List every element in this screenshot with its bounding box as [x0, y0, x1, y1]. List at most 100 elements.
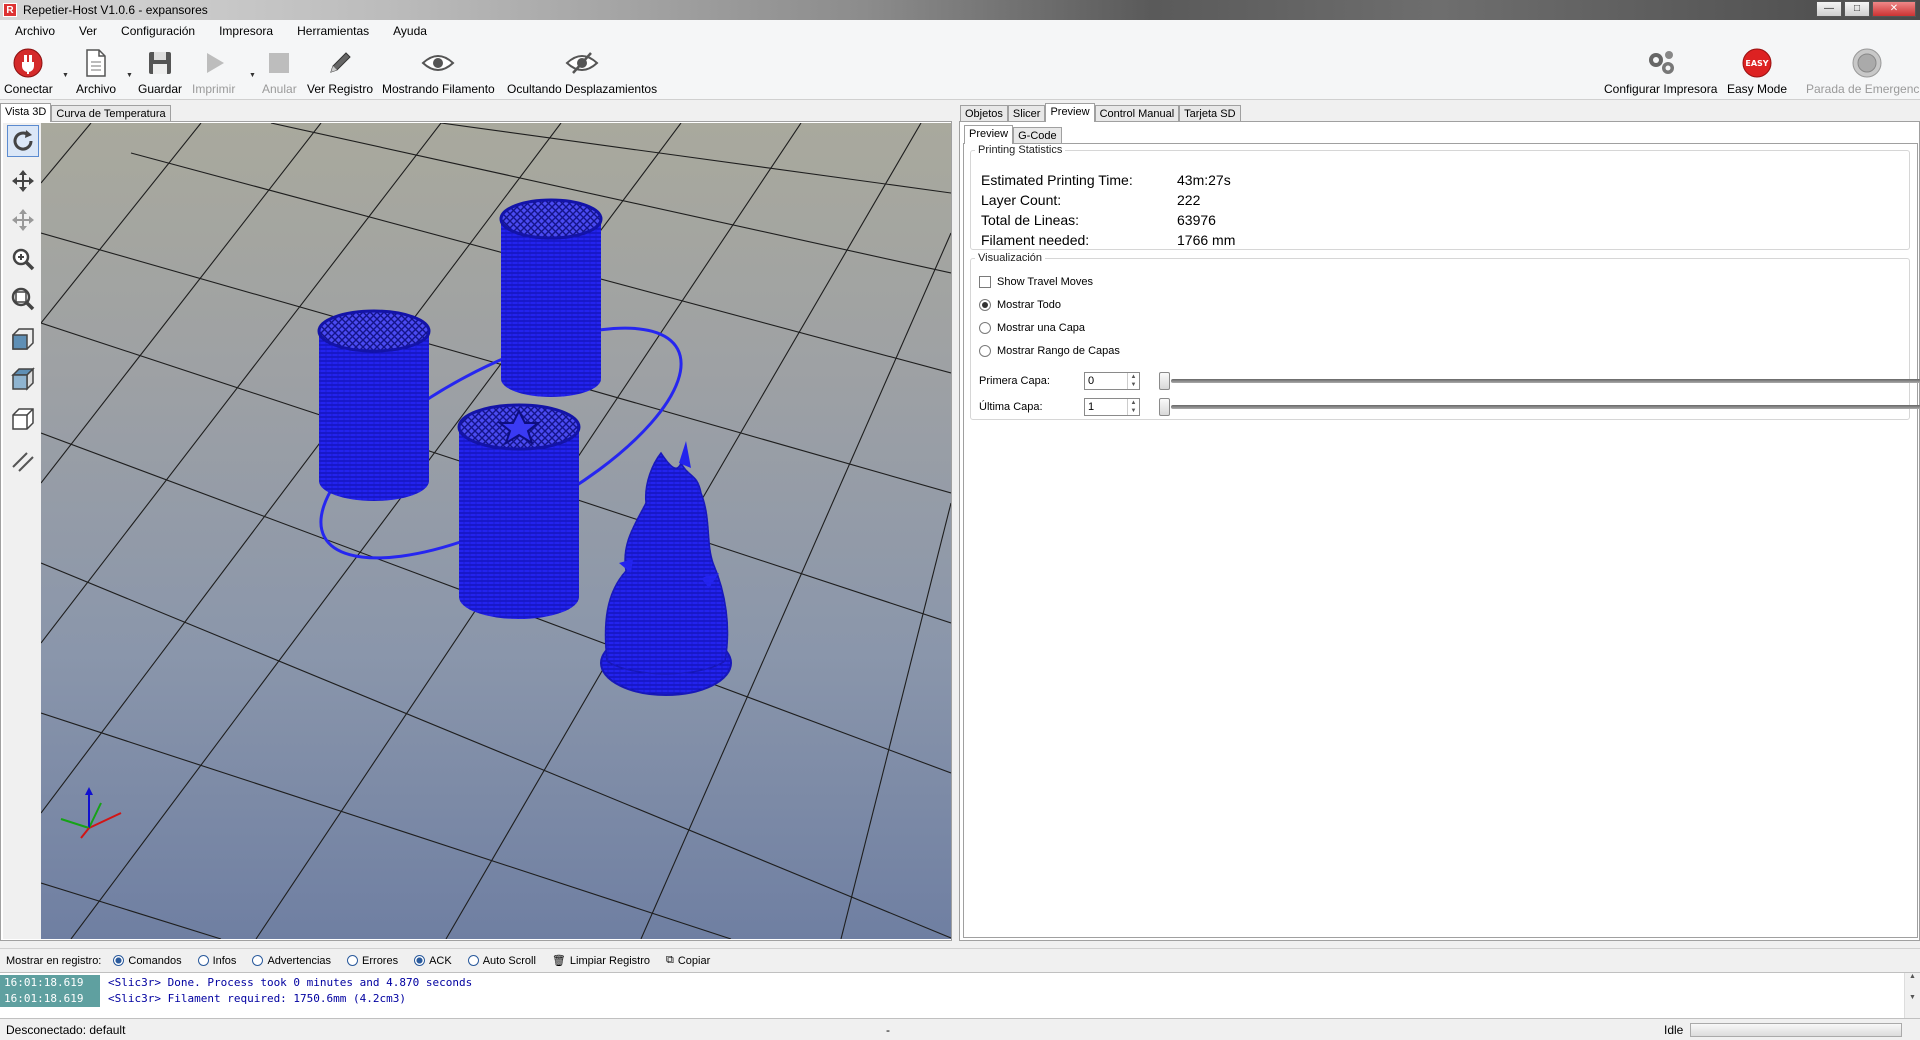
log-show-label: Mostrar en registro:: [6, 954, 102, 967]
log-errors-toggle[interactable]: Errores: [347, 955, 398, 967]
radio-icon: [979, 345, 991, 357]
log-ack-toggle[interactable]: ACK: [414, 955, 452, 967]
gears-icon: [1644, 48, 1678, 78]
toggle-off-icon: [197, 955, 209, 966]
show-travel-checkbox[interactable]: Show Travel Moves: [979, 276, 1093, 288]
tab-slicer[interactable]: Slicer: [1007, 105, 1046, 122]
easy-badge-text: EASY: [1745, 59, 1768, 68]
menu-configuracion[interactable]: Configuración: [106, 24, 204, 38]
menu-ver[interactable]: Ver: [64, 24, 106, 38]
3d-viewport[interactable]: [41, 123, 951, 939]
stat-value-time: 43m:27s: [1177, 172, 1231, 188]
tab-3d-view[interactable]: Vista 3D: [0, 103, 52, 122]
visualization-group: Visualización Show Travel Moves Mostrar …: [970, 252, 1920, 420]
clear-log-button[interactable]: 🗑 Limpiar Registro: [552, 954, 650, 968]
first-layer-slider-thumb[interactable]: [1159, 372, 1170, 390]
3d-view-panel: [0, 121, 952, 941]
tab-sd-card[interactable]: Tarjeta SD: [1179, 105, 1241, 122]
subtab-gcode[interactable]: G-Code: [1013, 127, 1062, 144]
top-view-icon[interactable]: [7, 363, 39, 395]
tab-objects[interactable]: Objetos: [960, 105, 1008, 122]
menu-herramientas[interactable]: Herramientas: [282, 24, 378, 38]
tab-temperature-curve[interactable]: Curva de Temperatura: [51, 105, 171, 122]
easy-mode-button[interactable]: EASY Easy Mode: [1727, 48, 1787, 96]
fit-view-icon[interactable]: [7, 283, 39, 315]
print-dropdown-icon[interactable]: ▼: [249, 72, 256, 79]
cancel-button[interactable]: Anular: [262, 48, 297, 96]
log-output[interactable]: 16:01:18.619 <Slic3r> Done. Process took …: [0, 972, 1920, 1019]
checkbox-icon: [979, 276, 991, 288]
show-all-radio[interactable]: Mostrar Todo: [979, 299, 1061, 311]
connect-button[interactable]: Conectar: [4, 48, 53, 96]
organic-figure: [600, 441, 732, 696]
side-view-icon[interactable]: [7, 403, 39, 435]
log-line: 16:01:18.619 <Slic3r> Done. Process took …: [0, 975, 1904, 991]
print-button[interactable]: Imprimir: [192, 48, 235, 96]
app-icon: R: [3, 3, 17, 17]
move-icon[interactable]: [7, 165, 39, 197]
parallel-projection-icon[interactable]: [7, 445, 39, 477]
visualization-legend: Visualización: [978, 252, 1043, 264]
move-object-icon[interactable]: [7, 204, 39, 236]
last-layer-slider-track[interactable]: [1171, 405, 1920, 409]
window-title: Repetier-Host V1.0.6 - expansores: [23, 3, 208, 17]
floppy-disk-icon: [143, 48, 177, 78]
connect-dropdown-icon[interactable]: ▼: [62, 72, 69, 79]
first-layer-label: Primera Capa:: [979, 375, 1050, 387]
show-one-layer-radio[interactable]: Mostrar una Capa: [979, 322, 1085, 334]
connection-status: Desconectado: default: [6, 1023, 126, 1037]
log-autoscroll-toggle[interactable]: Auto Scroll: [467, 955, 536, 967]
log-warnings-toggle[interactable]: Advertencias: [252, 955, 331, 967]
show-layer-range-radio[interactable]: Mostrar Rango de Capas: [979, 345, 1120, 357]
printing-statistics-group: Printing Statistics Estimated Printing T…: [970, 144, 1910, 250]
file-button[interactable]: Archivo: [76, 48, 116, 96]
left-tab-strip: Vista 3D Curva de Temperatura: [0, 103, 171, 122]
toggle-off-icon: [252, 955, 264, 966]
stat-label-lines: Total de Lineas:: [981, 212, 1080, 228]
minimize-button[interactable]: —: [1816, 1, 1842, 17]
zoom-icon[interactable]: [7, 243, 39, 275]
file-dropdown-icon[interactable]: ▼: [126, 72, 133, 79]
pencil-icon: [323, 48, 357, 78]
save-button[interactable]: Guardar: [138, 48, 182, 96]
stat-value-filament: 1766 mm: [1177, 232, 1236, 248]
spinner-arrows-icon[interactable]: ▲ ▼: [1127, 399, 1139, 415]
radio-selected-icon: [979, 299, 991, 311]
play-icon: [197, 48, 231, 78]
front-view-icon[interactable]: [7, 323, 39, 355]
close-button[interactable]: ✕: [1872, 1, 1916, 17]
spinner-arrows-icon[interactable]: ▲ ▼: [1127, 373, 1139, 389]
show-filament-button[interactable]: Mostrando Filamento: [382, 48, 495, 96]
first-layer-slider-track[interactable]: [1171, 379, 1920, 383]
preview-content: Printing Statistics Estimated Printing T…: [963, 143, 1920, 938]
menu-ayuda[interactable]: Ayuda: [378, 24, 436, 38]
menu-archivo[interactable]: Archivo: [0, 24, 64, 38]
last-layer-slider-thumb[interactable]: [1159, 398, 1170, 416]
tab-preview[interactable]: Preview: [1045, 103, 1095, 122]
view-log-button[interactable]: Ver Registro: [307, 48, 373, 96]
maximize-button[interactable]: □: [1844, 1, 1870, 17]
log-scrollbar[interactable]: ▲ ▼: [1904, 973, 1920, 1019]
first-layer-spinner[interactable]: 0 ▲ ▼: [1084, 372, 1140, 390]
right-tab-strip: Objetos Slicer Preview Control Manual Ta…: [960, 103, 1241, 122]
last-layer-spinner[interactable]: 1 ▲ ▼: [1084, 398, 1140, 416]
toggle-off-icon: [467, 955, 479, 966]
log-commands-toggle[interactable]: Comandos: [113, 955, 182, 967]
subtab-preview[interactable]: Preview: [964, 125, 1014, 144]
tab-manual-control[interactable]: Control Manual: [1094, 105, 1180, 122]
emergency-stop-icon: [1850, 48, 1884, 78]
eye-slash-icon: [565, 48, 599, 78]
cylinder-left: [317, 309, 431, 501]
cylinder-back: [499, 198, 603, 397]
log-infos-toggle[interactable]: Infos: [197, 955, 236, 967]
copy-log-button[interactable]: ⧉ Copiar: [666, 954, 710, 967]
emergency-stop-button[interactable]: Parada de Emergencia: [1806, 48, 1920, 96]
hide-travel-button[interactable]: Ocultando Desplazamientos: [507, 48, 657, 96]
title-bar: R Repetier-Host V1.0.6 - expansores — □ …: [0, 0, 1920, 20]
rotate-icon[interactable]: [7, 125, 39, 157]
menu-impresora[interactable]: Impresora: [204, 24, 282, 38]
configure-printer-button[interactable]: Configurar Impresora: [1604, 48, 1717, 96]
log-options-bar: Mostrar en registro: Comandos Infos Adve…: [0, 948, 1920, 972]
last-layer-label: Última Capa:: [979, 401, 1043, 413]
menu-bar: Archivo Ver Configuración Impresora Herr…: [0, 20, 1920, 42]
